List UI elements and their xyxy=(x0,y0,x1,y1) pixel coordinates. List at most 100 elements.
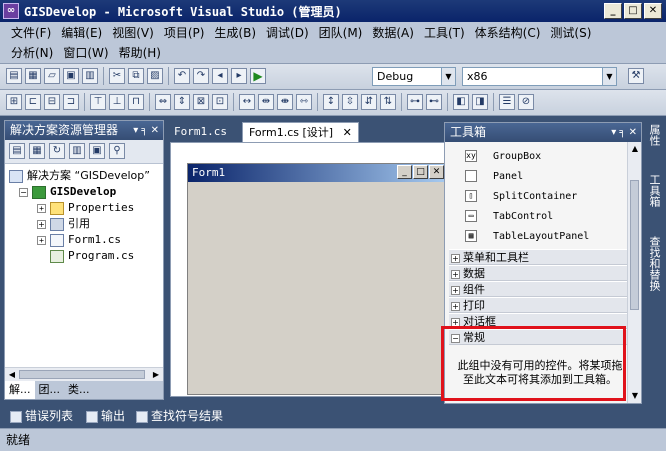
align-bottoms-icon[interactable]: ⊓ xyxy=(128,94,144,110)
menu-analyze[interactable]: 分析(N) xyxy=(6,43,58,63)
class-diagram-icon[interactable]: ⚲ xyxy=(109,143,125,159)
tree-node-solution[interactable]: 解决方案 “GISDevelop” xyxy=(9,168,150,184)
platform-combo[interactable]: x86 ▼ xyxy=(462,67,617,86)
form1-design-window[interactable]: Form1 _ □ ✕ xyxy=(187,163,447,395)
toolbox-category-printing[interactable]: + 打印 xyxy=(449,297,627,313)
show-all-files-icon[interactable]: ▦ xyxy=(29,143,45,159)
tab-error-list[interactable]: 错误列表 xyxy=(10,407,73,425)
align-to-grid-icon[interactable]: ⊞ xyxy=(6,94,22,110)
tree-node-references[interactable]: + 引用 xyxy=(37,216,90,232)
save-all-icon[interactable]: ▥ xyxy=(82,68,98,84)
menu-edit[interactable]: 编辑(E) xyxy=(56,23,107,43)
horizontal-spacing-icon[interactable]: ↔ xyxy=(239,94,255,110)
menu-view[interactable]: 视图(V) xyxy=(107,23,159,43)
refresh-icon[interactable]: ↻ xyxy=(49,143,65,159)
menu-build[interactable]: 生成(B) xyxy=(209,23,261,43)
menu-project[interactable]: 项目(P) xyxy=(159,23,210,43)
menu-help[interactable]: 帮助(H) xyxy=(114,43,166,63)
decrease-spacing-icon[interactable]: ⇼ xyxy=(277,94,293,110)
tree-node-project[interactable]: − GISDevelop xyxy=(19,184,116,200)
toolbox-category-menus[interactable]: + 菜单和工具栏 xyxy=(449,249,627,265)
rail-tab-properties[interactable]: 属性 xyxy=(646,124,663,146)
menu-data[interactable]: 数据(A) xyxy=(367,23,419,43)
save-icon[interactable]: ▣ xyxy=(63,68,79,84)
scroll-right-icon[interactable]: ▶ xyxy=(150,369,162,380)
tab-form1-design[interactable]: Form1.cs [设计] ✕ xyxy=(242,122,359,142)
align-lefts-icon[interactable]: ⊏ xyxy=(25,94,41,110)
rail-tab-find-replace[interactable]: 查找和替换 xyxy=(646,236,663,291)
make-same-width-icon[interactable]: ⇔ xyxy=(155,94,171,110)
tab-team-explorer[interactable]: 团... xyxy=(35,381,65,399)
tree-node-form1[interactable]: + Form1.cs xyxy=(37,232,121,248)
expand-icon[interactable]: + xyxy=(451,253,460,263)
align-middles-icon[interactable]: ⊥ xyxy=(109,94,125,110)
menu-tools[interactable]: 工具(T) xyxy=(419,23,470,43)
cut-icon[interactable]: ✂ xyxy=(109,68,125,84)
close-button[interactable]: ✕ xyxy=(644,3,662,19)
size-to-grid-icon[interactable]: ⊡ xyxy=(212,94,228,110)
align-tops-icon[interactable]: ⊤ xyxy=(90,94,106,110)
remove-vspacing-icon[interactable]: ⇅ xyxy=(380,94,396,110)
expand-icon[interactable]: + xyxy=(451,301,460,311)
tab-find-symbol-results[interactable]: 查找符号结果 xyxy=(136,407,223,425)
menu-test[interactable]: 测试(S) xyxy=(545,23,596,43)
menu-file[interactable]: 文件(F) xyxy=(6,23,56,43)
minimize-button[interactable]: _ xyxy=(604,3,622,19)
scroll-left-icon[interactable]: ◀ xyxy=(6,369,18,380)
scroll-down-icon[interactable]: ▼ xyxy=(629,390,641,402)
navigate-forward-icon[interactable]: ▸ xyxy=(231,68,247,84)
close-icon[interactable]: ✕ xyxy=(343,126,352,139)
bring-to-front-icon[interactable]: ◧ xyxy=(453,94,469,110)
remove-spacing-icon[interactable]: ⇿ xyxy=(296,94,312,110)
redo-icon[interactable]: ↷ xyxy=(193,68,209,84)
lock-controls-icon[interactable]: ⊘ xyxy=(518,94,534,110)
horizontal-scrollbar[interactable]: ◀ ▶ xyxy=(5,367,163,381)
toolbox-item-panel[interactable]: Panel xyxy=(465,167,523,187)
expand-icon[interactable]: + xyxy=(37,235,46,245)
scrollbar-thumb[interactable] xyxy=(19,370,145,379)
scrollbar-thumb[interactable] xyxy=(630,180,639,310)
tab-output[interactable]: 输出 xyxy=(86,407,125,425)
increase-vspacing-icon[interactable]: ⇳ xyxy=(342,94,358,110)
toolbox-item-groupbox[interactable]: xy GroupBox xyxy=(465,147,541,167)
new-project-icon[interactable]: ▤ xyxy=(6,68,22,84)
toolbox-item-tabcontrol[interactable]: ▭ TabControl xyxy=(465,207,553,227)
tab-solution-explorer[interactable]: 解... xyxy=(5,381,35,399)
tab-order-icon[interactable]: ☰ xyxy=(499,94,515,110)
properties-icon[interactable]: ▤ xyxy=(9,143,25,159)
menu-window[interactable]: 窗口(W) xyxy=(58,43,113,63)
vertical-spacing-icon[interactable]: ↕ xyxy=(323,94,339,110)
start-debugging-icon[interactable]: ▶ xyxy=(250,68,266,84)
maximize-button[interactable]: □ xyxy=(624,3,642,19)
scroll-up-icon[interactable]: ▲ xyxy=(629,143,641,155)
toolbox-icon[interactable]: ⚒ xyxy=(628,68,644,84)
menu-team[interactable]: 团队(M) xyxy=(314,23,368,43)
open-file-icon[interactable]: ▱ xyxy=(44,68,60,84)
view-code-icon[interactable]: ▥ xyxy=(69,143,85,159)
expand-icon[interactable]: + xyxy=(451,285,460,295)
copy-icon[interactable]: ⧉ xyxy=(128,68,144,84)
solution-config-combo[interactable]: Debug ▼ xyxy=(372,67,456,86)
tree-node-program[interactable]: Program.cs xyxy=(50,248,134,264)
toolbox-vertical-scrollbar[interactable]: ▲ ▼ xyxy=(627,142,641,403)
expand-icon[interactable]: + xyxy=(37,203,46,213)
tree-node-properties[interactable]: + Properties xyxy=(37,200,134,216)
menu-debug[interactable]: 调试(D) xyxy=(261,23,314,43)
decrease-vspacing-icon[interactable]: ⇵ xyxy=(361,94,377,110)
expand-icon[interactable]: + xyxy=(451,269,460,279)
align-centers-icon[interactable]: ⊟ xyxy=(44,94,60,110)
align-rights-icon[interactable]: ⊐ xyxy=(63,94,79,110)
center-vertically-icon[interactable]: ⊷ xyxy=(426,94,442,110)
toolbox-item-tablelayoutpanel[interactable]: ▦ TableLayoutPanel xyxy=(465,227,589,247)
add-item-icon[interactable]: ▦ xyxy=(25,68,41,84)
send-to-back-icon[interactable]: ◨ xyxy=(472,94,488,110)
paste-icon[interactable]: ▨ xyxy=(147,68,163,84)
toolbox-category-data[interactable]: + 数据 xyxy=(449,265,627,281)
tab-class-view[interactable]: 类... xyxy=(64,381,94,399)
rail-tab-toolbox[interactable]: 工具箱 xyxy=(646,174,663,207)
tab-form1-code[interactable]: Form1.cs xyxy=(168,122,233,142)
make-same-size-icon[interactable]: ⊠ xyxy=(193,94,209,110)
navigate-back-icon[interactable]: ◂ xyxy=(212,68,228,84)
undo-icon[interactable]: ↶ xyxy=(174,68,190,84)
increase-spacing-icon[interactable]: ⇹ xyxy=(258,94,274,110)
